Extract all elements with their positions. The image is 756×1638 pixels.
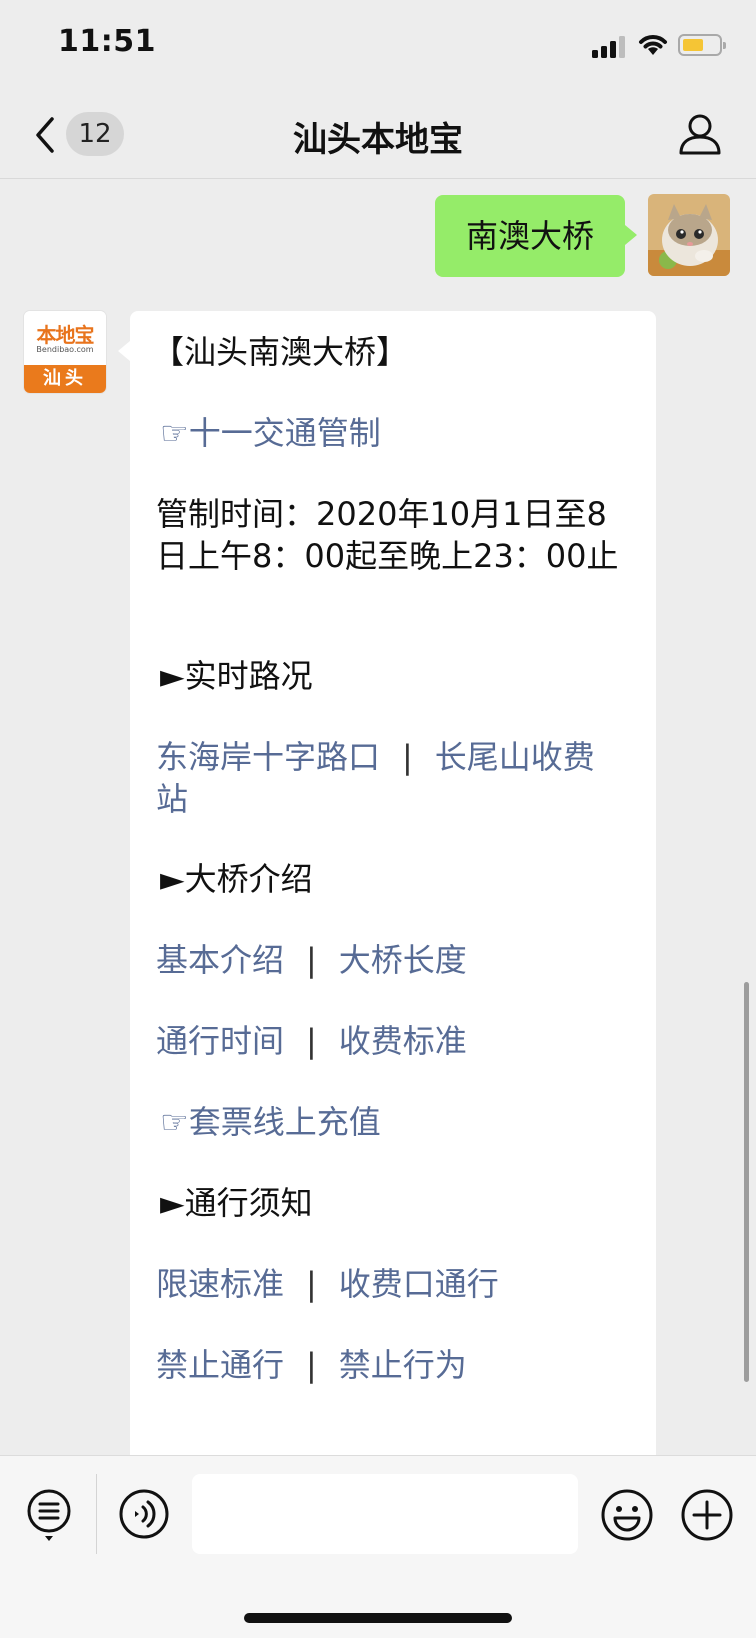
link-toll-standard[interactable]: 收费标准 [339,1022,467,1060]
profile-icon[interactable] [678,112,722,156]
notice-links-row-1: 限速标准 | 收费口通行 [156,1263,499,1305]
intro-links-row-2: 通行时间 | 收费标准 [156,1020,467,1062]
control-link[interactable]: ☞十一交通管制 [160,412,381,454]
status-bar: 11:51 [0,0,756,92]
link-basic-intro[interactable]: 基本介绍 [156,941,284,979]
link-open-hours[interactable]: 通行时间 [156,1022,284,1060]
battery-icon [678,34,726,56]
separator: | [306,941,317,979]
separator: | [402,738,413,776]
control-time-text: 管制时间：2020年10月1日至8日上午8：00起至晚上23：00止 [156,495,619,575]
link-toll-gate[interactable]: 收费口通行 [339,1265,499,1303]
intro-links-row-1: 基本介绍 | 大桥长度 [156,939,467,981]
emoji-icon[interactable] [600,1488,654,1542]
chat-area[interactable]: 南澳大桥 本地宝 Bendibao.com 汕头 【汕头南澳大桥】 ☞十一交通管… [0,179,756,1471]
plus-icon[interactable] [680,1488,734,1542]
chat-header: 12 汕头本地宝 [0,92,756,179]
cat-avatar-image [648,194,730,276]
notice-links-row-2: 禁止通行 | 禁止行为 [156,1344,467,1386]
status-time: 11:51 [58,24,156,59]
section-intro-heading: ►大桥介绍 [160,860,313,898]
section-notice-heading: ►通行须知 [160,1184,313,1222]
divider [96,1474,97,1554]
logo-text: 本地宝 [36,323,95,347]
separator: | [306,1346,317,1384]
link-no-passage[interactable]: 禁止通行 [156,1346,284,1384]
message-input[interactable] [192,1474,578,1554]
scrollbar[interactable] [744,982,749,1382]
link-bridge-length[interactable]: 大桥长度 [339,941,467,979]
sent-message-bubble[interactable]: 南澳大桥 [435,195,637,277]
self-avatar[interactable] [648,194,730,276]
ticket-link[interactable]: ☞套票线上充值 [160,1101,381,1143]
voice-icon[interactable] [118,1488,170,1540]
chat-title: 汕头本地宝 [293,120,463,160]
cellular-signal-icon [592,34,628,58]
traffic-links-row: 东海岸十字路口 | 长尾山收费站 [156,736,626,820]
wifi-icon [639,35,667,55]
separator: | [306,1022,317,1060]
link-donghaian[interactable]: 东海岸十字路口 [156,738,380,776]
section-traffic-heading: ►实时路况 [160,657,313,695]
menu-list-icon[interactable] [26,1488,72,1544]
received-message-bubble[interactable]: 【汕头南澳大桥】 ☞十一交通管制 管制时间：2020年10月1日至8日上午8：0… [118,311,656,1471]
home-indicator [244,1613,512,1623]
separator: | [306,1265,317,1303]
link-prohibited-acts[interactable]: 禁止行为 [339,1346,467,1384]
message-title: 【汕头南澳大桥】 [152,333,409,371]
logo-city: 汕头 [24,365,106,393]
link-speed-limit[interactable]: 限速标准 [156,1265,284,1303]
bot-avatar[interactable]: 本地宝 Bendibao.com 汕头 [24,311,106,393]
logo-subtext: Bendibao.com [36,345,94,354]
input-bar [0,1455,756,1638]
